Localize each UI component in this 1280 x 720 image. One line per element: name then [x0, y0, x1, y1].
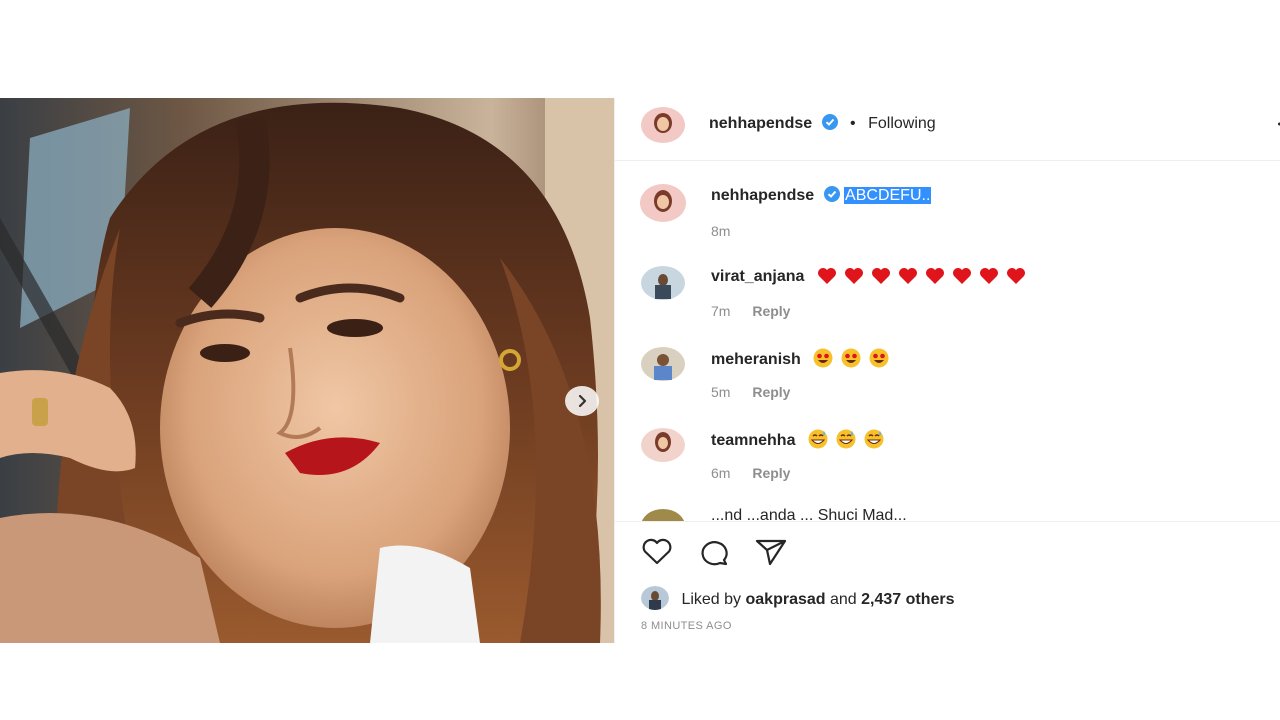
comment-username[interactable]: teamnehha — [711, 432, 795, 449]
comments-list[interactable]: nehhapendse ABCDEFU.. 8m virat_anjana 7m… — [615, 161, 1280, 521]
partial-comment-text: ...nd ...anda ... Shuci Mad... — [711, 507, 907, 521]
caption-time: 8m — [711, 223, 731, 239]
comment-emoji-row — [813, 348, 896, 373]
verified-badge-icon — [823, 186, 840, 207]
liked-by-prefix: Liked by — [681, 591, 742, 608]
comment-emoji-row — [808, 429, 891, 454]
caption-avatar-image — [640, 184, 686, 222]
comment-meta: 7m Reply — [711, 303, 790, 319]
commenter-avatar-image — [641, 428, 685, 462]
liker-username[interactable]: oakprasad — [746, 591, 826, 608]
comment-text-line: ...nd ...anda ... Shuci Mad... — [711, 507, 907, 521]
header-user-line: nehhapendse • Following — [709, 114, 936, 135]
reply-button[interactable]: Reply — [752, 303, 790, 319]
post-modal: nehhapendse • Following nehhapendse ABCD… — [0, 98, 1280, 643]
reply-button[interactable]: Reply — [752, 465, 790, 481]
next-photo-button[interactable] — [565, 386, 599, 416]
caption-text-line: nehhapendse ABCDEFU.. — [711, 186, 932, 207]
grinning-sweat-icon-row — [808, 429, 884, 449]
comment-time: 6m — [711, 465, 731, 481]
star-struck-icon-row — [813, 348, 889, 368]
caption-text: ABCDEFU.. — [844, 187, 932, 204]
liker-avatar-image — [641, 586, 669, 610]
chevron-right-icon — [578, 394, 587, 408]
comment-time: 5m — [711, 384, 731, 400]
commenter-avatar-image — [641, 266, 685, 300]
comment-text-line: meheranish — [711, 348, 896, 373]
commenter-avatar-image — [641, 347, 685, 381]
author-username[interactable]: nehhapendse — [709, 115, 812, 132]
commenter-avatar[interactable] — [640, 265, 686, 301]
commenter-avatar[interactable] — [640, 508, 686, 521]
following-button[interactable]: Following — [868, 115, 936, 132]
likes-summary: Liked by oakprasad and 2,437 others — [641, 586, 955, 610]
comment-username[interactable]: meheranish — [711, 351, 801, 368]
comment-text-line: teamnehha — [711, 429, 891, 454]
separator-dot: • — [850, 115, 856, 132]
comment-text-line: virat_anjana — [711, 267, 1034, 290]
post-details-panel: nehhapendse • Following nehhapendse ABCD… — [614, 98, 1280, 643]
caption-username[interactable]: nehhapendse — [711, 187, 814, 204]
like-heart-icon[interactable] — [641, 538, 673, 571]
comment-time: 7m — [711, 303, 731, 319]
comment-meta: 6m Reply — [711, 465, 790, 481]
comment-username[interactable]: virat_anjana — [711, 268, 804, 285]
photo-illustration — [0, 98, 614, 643]
post-header: nehhapendse • Following — [615, 98, 1280, 161]
comment-emoji-row — [817, 267, 1034, 290]
author-avatar[interactable] — [640, 106, 686, 144]
liker-avatar[interactable] — [641, 586, 669, 610]
caption-avatar[interactable] — [639, 183, 687, 223]
commenter-avatar[interactable] — [640, 346, 686, 382]
reply-button[interactable]: Reply — [752, 384, 790, 400]
verified-badge-icon — [821, 114, 838, 135]
share-send-icon[interactable] — [755, 538, 787, 571]
caption-meta: 8m — [711, 223, 730, 239]
commenter-avatar-image — [641, 509, 685, 521]
post-photo[interactable] — [0, 98, 614, 643]
author-avatar-image — [641, 107, 685, 143]
red-heart-icon-row — [817, 268, 1025, 284]
comment-bubble-icon[interactable] — [698, 538, 730, 571]
likes-others-link[interactable]: 2,437 others — [861, 591, 954, 608]
liked-by-middle: and — [830, 591, 857, 608]
post-timestamp: 8 MINUTES AGO — [641, 620, 732, 632]
actions-divider — [615, 521, 1280, 522]
comment-meta: 5m Reply — [711, 384, 790, 400]
commenter-avatar[interactable] — [640, 427, 686, 463]
